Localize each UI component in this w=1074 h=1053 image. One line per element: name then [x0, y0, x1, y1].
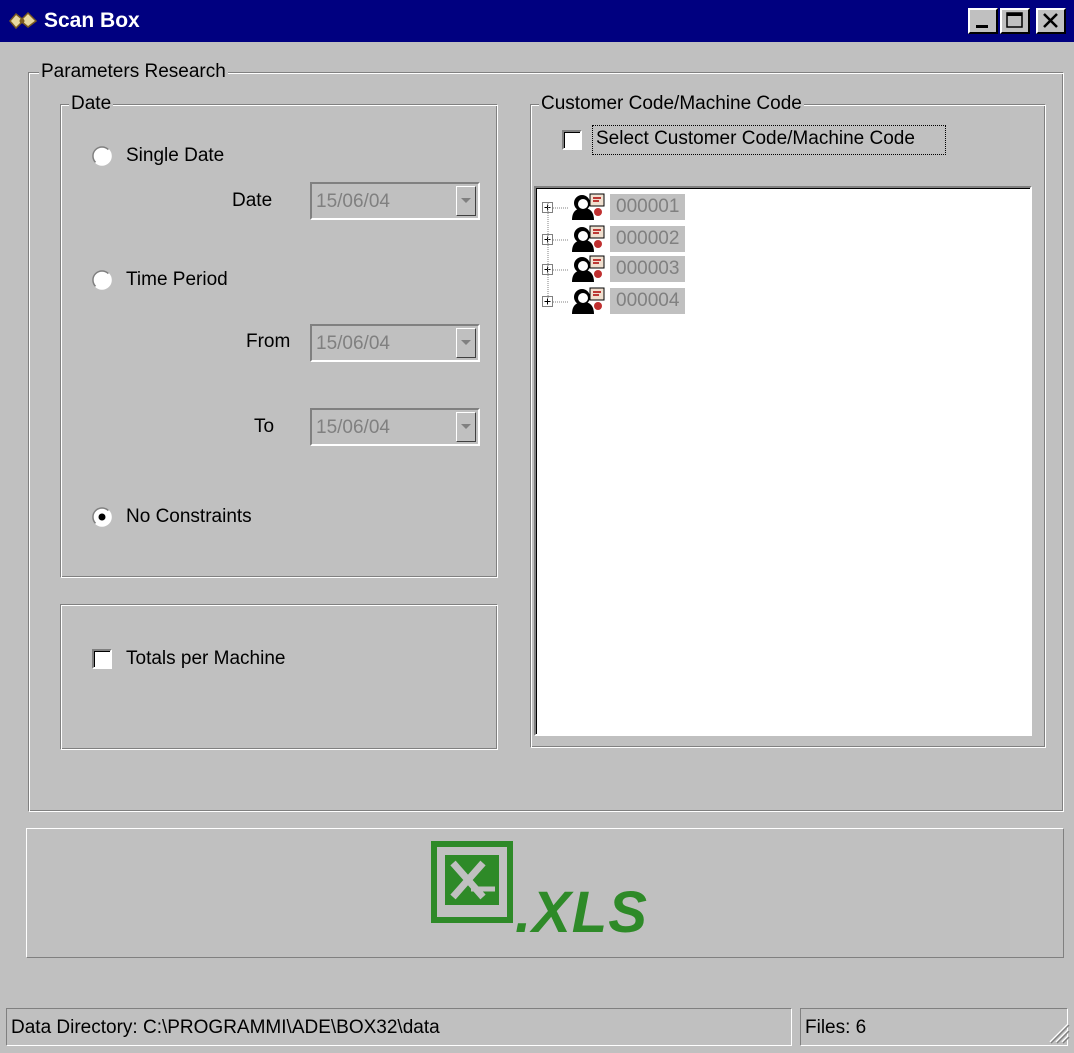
chevron-down-icon	[461, 340, 471, 345]
maximize-button[interactable]	[1000, 8, 1030, 34]
customer-icon	[572, 287, 605, 314]
to-label: To	[254, 416, 275, 437]
radio-selected-dot	[98, 513, 106, 521]
status-files-count: Files: 6	[800, 1008, 1068, 1046]
from-date-dropdown[interactable]: 15/06/04	[310, 324, 480, 362]
tree-vertical-connector	[547, 203, 549, 299]
parameters-research-legend: Parameters Research	[39, 60, 228, 84]
tree-connector	[553, 239, 569, 241]
totals-group	[60, 604, 498, 750]
title-bar[interactable]: Scan Box	[0, 0, 1074, 42]
export-xls-button[interactable]: .XLS	[26, 828, 1064, 958]
chevron-down-icon	[461, 198, 471, 203]
date-dropdown[interactable]: 15/06/04	[310, 182, 480, 220]
time-period-label: Time Period	[126, 269, 228, 290]
tree-connector	[553, 207, 569, 209]
close-icon	[1043, 13, 1058, 28]
to-date-dropdown[interactable]: 15/06/04	[310, 408, 480, 446]
from-label: From	[246, 331, 291, 352]
from-date-dropdown-button[interactable]	[456, 328, 476, 358]
excel-icon	[431, 841, 513, 923]
customer-tree[interactable]: 000001 000002 000003 000004	[534, 186, 1032, 736]
no-constraints-radio[interactable]	[92, 507, 112, 527]
select-customer-code-checkbox[interactable]	[562, 130, 582, 150]
date-group-legend: Date	[69, 92, 114, 116]
totals-per-machine-checkbox[interactable]	[92, 649, 112, 669]
customer-code-legend: Customer Code/Machine Code	[539, 92, 804, 116]
focus-rectangle	[592, 125, 946, 155]
customer-icon	[572, 193, 605, 220]
date-dropdown-button[interactable]	[456, 186, 476, 216]
no-constraints-label: No Constraints	[126, 506, 252, 527]
date-dropdown-value: 15/06/04	[316, 191, 390, 212]
totals-per-machine-label: Totals per Machine	[126, 648, 286, 669]
single-date-radio[interactable]	[92, 146, 112, 166]
status-data-directory: Data Directory: C:\PROGRAMMI\ADE\BOX32\d…	[6, 1008, 792, 1046]
window-title: Scan Box	[44, 9, 140, 32]
to-date-value: 15/06/04	[316, 417, 390, 438]
tree-item-label[interactable]: 000002	[610, 226, 686, 252]
single-date-label: Single Date	[126, 145, 225, 166]
customer-icon	[572, 225, 605, 252]
to-date-dropdown-button[interactable]	[456, 412, 476, 442]
tree-connector	[553, 269, 569, 271]
customer-icon	[572, 255, 605, 282]
close-button[interactable]	[1036, 8, 1066, 34]
tree-item-label[interactable]: 000004	[610, 288, 686, 314]
tree-connector	[553, 301, 569, 303]
tree-item-label[interactable]: 000001	[610, 194, 686, 220]
time-period-radio[interactable]	[92, 270, 112, 290]
date-label: Date	[232, 190, 273, 211]
chevron-down-icon	[461, 424, 471, 429]
maximize-icon	[1006, 12, 1023, 28]
xls-label: .XLS	[515, 880, 648, 945]
app-icon	[9, 11, 38, 30]
resize-grip-icon[interactable]	[1046, 1020, 1070, 1044]
from-date-value: 15/06/04	[316, 333, 390, 354]
minimize-button[interactable]	[968, 8, 998, 34]
minimize-icon	[976, 25, 988, 28]
tree-item-label[interactable]: 000003	[610, 256, 686, 282]
